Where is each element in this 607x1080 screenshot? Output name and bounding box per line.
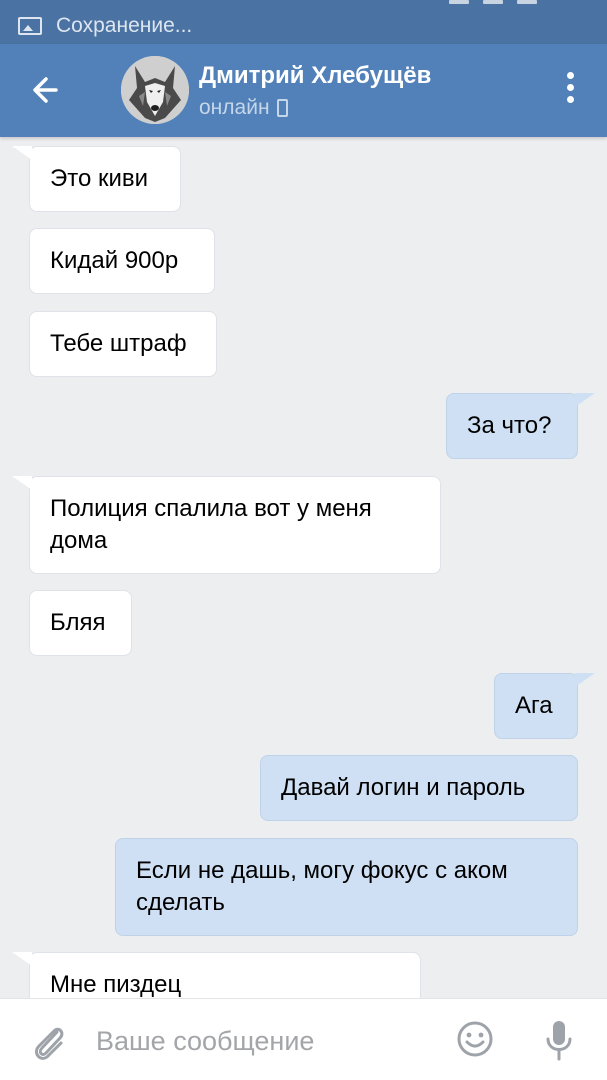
message-outgoing[interactable]: За что? (446, 393, 595, 459)
image-icon (18, 17, 42, 35)
mobile-phone-icon (276, 99, 288, 117)
message-text: Полиция спалила вот у меня дома (50, 495, 372, 554)
emoji-button[interactable] (456, 1020, 494, 1058)
back-button[interactable] (22, 70, 68, 110)
smiley-icon (457, 1021, 493, 1057)
microphone-icon (546, 1021, 572, 1061)
chat-header: Дмитрий Хлебущёв онлайн (0, 44, 607, 137)
status-indicators (449, 0, 537, 4)
message-text: За что? (467, 412, 552, 439)
status-bar-text: Сохранение... (56, 14, 193, 37)
avatar[interactable] (121, 56, 189, 124)
message-incoming[interactable]: Это киви (12, 146, 181, 212)
message-text: Бляя (50, 609, 106, 636)
message-text: Если не дашь, могу фокус с аком сделать (136, 857, 508, 916)
message-input[interactable] (96, 1019, 436, 1063)
message-text: Кидай 900р (50, 247, 179, 274)
message-text: Мне пиздец (50, 971, 182, 998)
message-incoming[interactable]: Тебе штраф (29, 311, 217, 377)
message-outgoing[interactable]: Ага (494, 673, 595, 739)
more-menu-button[interactable] (560, 72, 580, 108)
voice-message-button[interactable] (544, 1019, 574, 1061)
attach-button[interactable] (28, 1018, 68, 1062)
wolf-avatar-image (121, 56, 189, 124)
message-outgoing[interactable]: Если не дашь, могу фокус с аком сделать (115, 838, 578, 936)
message-text: Это киви (50, 165, 149, 192)
status-bar: Сохранение... (0, 0, 607, 44)
contact-name[interactable]: Дмитрий Хлебущёв (199, 62, 431, 90)
message-incoming[interactable]: Мне пиздец (12, 952, 421, 998)
message-incoming[interactable]: Бляя (29, 590, 132, 656)
paperclip-icon (34, 1027, 64, 1060)
more-vertical-icon (566, 72, 574, 79)
message-outgoing[interactable]: Давай логин и пароль (260, 755, 578, 821)
message-list[interactable]: Это киви Кидай 900р Тебе штраф За что? П… (0, 137, 607, 998)
arrow-left-icon (33, 77, 58, 103)
contact-status: онлайн (199, 96, 288, 120)
message-incoming[interactable]: Полиция спалила вот у меня дома (12, 476, 441, 574)
message-incoming[interactable]: Кидай 900р (29, 228, 215, 294)
message-text: Ага (515, 692, 553, 719)
online-status-text: онлайн (199, 96, 270, 119)
message-text: Давай логин и пароль (281, 774, 526, 801)
message-composer (0, 998, 607, 1080)
message-text: Тебе штраф (50, 330, 187, 357)
